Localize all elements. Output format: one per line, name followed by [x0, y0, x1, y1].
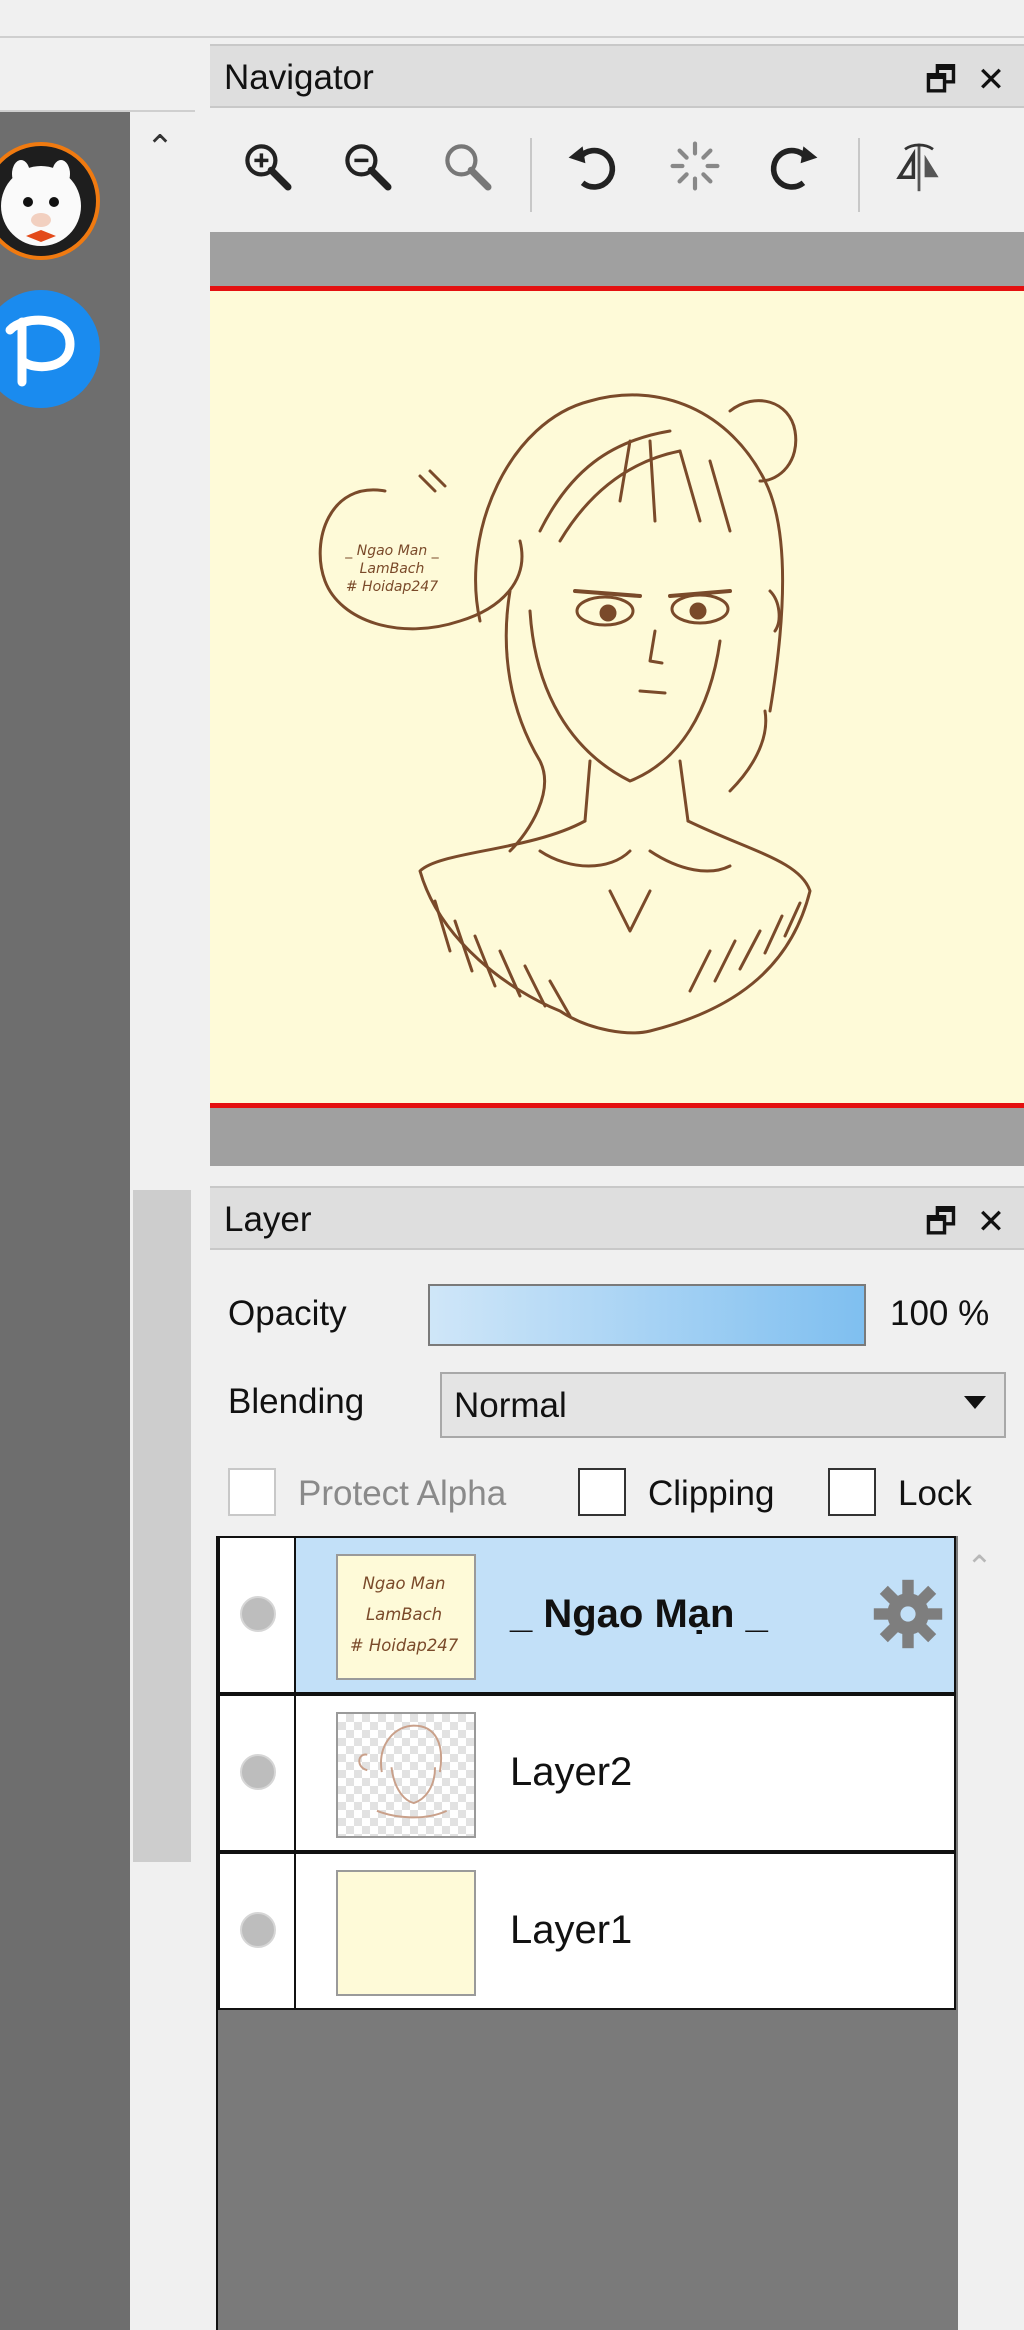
lock-checkbox[interactable]	[828, 1468, 876, 1516]
zoom-reset-icon[interactable]	[432, 138, 502, 202]
close-panel-icon[interactable]: ✕	[966, 1202, 1016, 1242]
thumb-text: LamBach	[366, 1605, 442, 1624]
visibility-toggle[interactable]	[220, 1538, 296, 1692]
float-panel-icon[interactable]: 🗗	[916, 1198, 966, 1255]
navigator-toolbar	[210, 108, 1024, 232]
canvas-preview[interactable]: _ Ngao Man _ LamBach # Hoidap247	[210, 286, 1024, 1108]
blending-value: Normal	[454, 1386, 567, 1425]
canvas-text-line: # Hoidap247	[346, 579, 438, 595]
rotate-left-icon[interactable]	[556, 138, 626, 202]
close-panel-icon[interactable]: ✕	[966, 60, 1016, 100]
top-strip	[0, 0, 1024, 38]
rotate-reset-icon[interactable]	[660, 138, 730, 202]
visibility-dot-icon	[240, 1754, 276, 1790]
layer-list: Ngao Man LamBach # Hoidap247 _ Ngao Mạn …	[216, 1536, 958, 2330]
visibility-toggle[interactable]	[220, 1854, 296, 2008]
layer-name: _ Ngao Mạn _	[510, 1592, 768, 1636]
layer-name: Layer1	[510, 1908, 633, 1952]
layer-thumbnail: Ngao Man LamBach # Hoidap247	[336, 1554, 476, 1680]
gear-icon[interactable]	[870, 1576, 946, 1652]
layer-row[interactable]: Ngao Man LamBach # Hoidap247 _ Ngao Mạn …	[218, 1536, 956, 1694]
navigator-view[interactable]: _ Ngao Man _ LamBach # Hoidap247	[210, 232, 1024, 1166]
layer-row[interactable]: Layer2	[218, 1694, 956, 1852]
thumb-text: Ngao Man	[363, 1574, 446, 1593]
visibility-dot-icon	[240, 1596, 276, 1632]
layer-thumbnail	[336, 1870, 476, 1996]
left-sidebar	[0, 112, 130, 2330]
rotate-right-icon[interactable]	[760, 138, 830, 202]
visibility-toggle[interactable]	[220, 1696, 296, 1850]
layer-name: Layer2	[510, 1750, 633, 1794]
zoom-in-icon[interactable]	[232, 138, 302, 202]
layer-scroll-up-icon[interactable]: ⌃	[966, 1548, 993, 1586]
thumb-text: # Hoidap247	[350, 1636, 459, 1655]
float-panel-icon[interactable]: 🗗	[916, 56, 966, 113]
sketch-drawing: _ Ngao Man _ LamBach # Hoidap247	[318, 393, 812, 1035]
dropdown-arrow-icon	[964, 1396, 986, 1409]
opacity-value: 100 %	[890, 1294, 990, 1333]
blending-dropdown[interactable]: Normal	[440, 1372, 1006, 1438]
scroll-up-icon[interactable]: ⌃	[140, 128, 180, 168]
lock-label: Lock	[898, 1474, 972, 1513]
layer-thumbnail	[336, 1712, 476, 1838]
clipping-checkbox[interactable]	[578, 1468, 626, 1516]
layer-panel-title: Layer	[224, 1200, 312, 1239]
toolbar-separator	[530, 138, 532, 212]
canvas-text-line: LamBach	[360, 561, 425, 577]
navigator-title: Navigator	[224, 58, 374, 97]
flip-horizontal-icon[interactable]	[884, 138, 954, 202]
zoom-out-icon[interactable]	[332, 138, 402, 202]
navigator-header: Navigator 🗗 ✕	[210, 44, 1024, 108]
protect-alpha-checkbox[interactable]	[228, 1468, 276, 1516]
clipping-label: Clipping	[648, 1474, 775, 1513]
opacity-label: Opacity	[228, 1294, 347, 1333]
blending-label: Blending	[228, 1382, 365, 1421]
protect-alpha-label: Protect Alpha	[298, 1474, 507, 1513]
left-scroll-thumb[interactable]	[133, 1190, 191, 1862]
toolbar-separator	[858, 138, 860, 212]
visibility-dot-icon	[240, 1912, 276, 1948]
layer-header: Layer 🗗 ✕	[210, 1186, 1024, 1250]
opacity-slider[interactable]	[428, 1284, 866, 1346]
canvas-text-line: _ Ngao Man _	[344, 543, 439, 559]
layer-row[interactable]: Layer1	[218, 1852, 956, 2010]
